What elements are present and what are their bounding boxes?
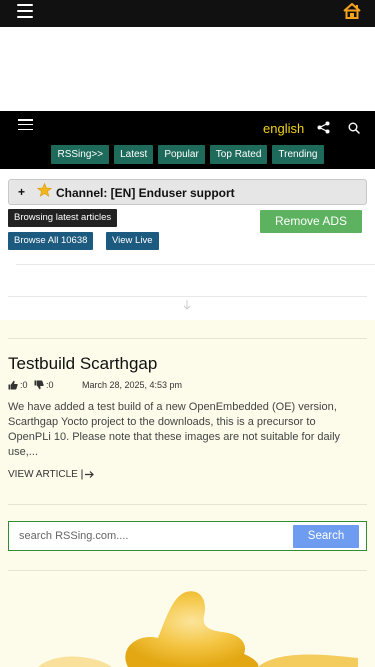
top-bar — [0, 0, 375, 27]
search-input[interactable] — [19, 527, 289, 545]
language-selector[interactable]: english — [263, 121, 304, 136]
share-icon[interactable] — [317, 121, 330, 139]
divider — [8, 504, 367, 505]
dislike-count: :0 — [46, 380, 54, 390]
article-meta: :0 :0 March 28, 2025, 4:53 pm — [8, 380, 368, 394]
article-title[interactable]: Testbuild Scarthgap — [8, 354, 157, 374]
tab-latest[interactable]: Latest — [114, 145, 154, 164]
ad-space — [0, 27, 375, 111]
view-live-button[interactable]: View Live — [106, 232, 159, 250]
nav-menu-icon[interactable] — [18, 119, 33, 130]
search-icon[interactable] — [348, 121, 360, 139]
thumbs-down-icon — [34, 380, 44, 390]
tab-popular[interactable]: Popular — [158, 145, 205, 164]
dislike-button[interactable]: :0 — [34, 380, 54, 390]
like-button[interactable]: :0 — [8, 380, 28, 390]
browse-all-button[interactable]: Browse All 10638 — [8, 232, 94, 250]
tab-rssing[interactable]: RSSing>> — [51, 145, 110, 164]
divider — [8, 338, 367, 339]
remove-ads-button[interactable]: Remove ADS — [260, 210, 362, 233]
thumbs-up-icon — [8, 380, 18, 390]
site-navbar: english RSSing>> Latest Popular Top Rate… — [0, 111, 375, 169]
view-article-link[interactable]: VIEW ARTICLE — [8, 469, 95, 480]
loading-indicator-icon — [183, 300, 191, 313]
site-search: Search — [8, 521, 367, 551]
home-icon[interactable] — [343, 3, 361, 24]
divider — [8, 570, 367, 571]
channel-title: Channel: [EN] Enduser support — [56, 186, 235, 200]
tab-trending[interactable]: Trending — [272, 145, 324, 164]
tab-top-rated[interactable]: Top Rated — [209, 145, 268, 164]
view-article-label: VIEW ARTICLE — [8, 469, 78, 480]
article-thumbnail[interactable] — [8, 588, 358, 667]
star-icon[interactable] — [36, 182, 53, 202]
expand-toggle[interactable]: + — [18, 185, 25, 199]
arrow-right-icon — [81, 469, 94, 480]
article-date: March 28, 2025, 4:53 pm — [82, 380, 183, 390]
channel-header[interactable]: + Channel: [EN] Enduser support — [8, 179, 367, 205]
divider — [8, 296, 367, 297]
nav-tabs: RSSing>> Latest Popular Top Rated Trendi… — [0, 145, 375, 164]
divider — [16, 264, 375, 265]
browsing-latest-label: Browsing latest articles — [8, 209, 118, 227]
hamburger-menu-icon[interactable] — [17, 4, 33, 18]
article-excerpt: We have added a test build of a new Open… — [8, 401, 341, 458]
search-button[interactable]: Search — [293, 525, 359, 548]
like-count: :0 — [20, 380, 28, 390]
